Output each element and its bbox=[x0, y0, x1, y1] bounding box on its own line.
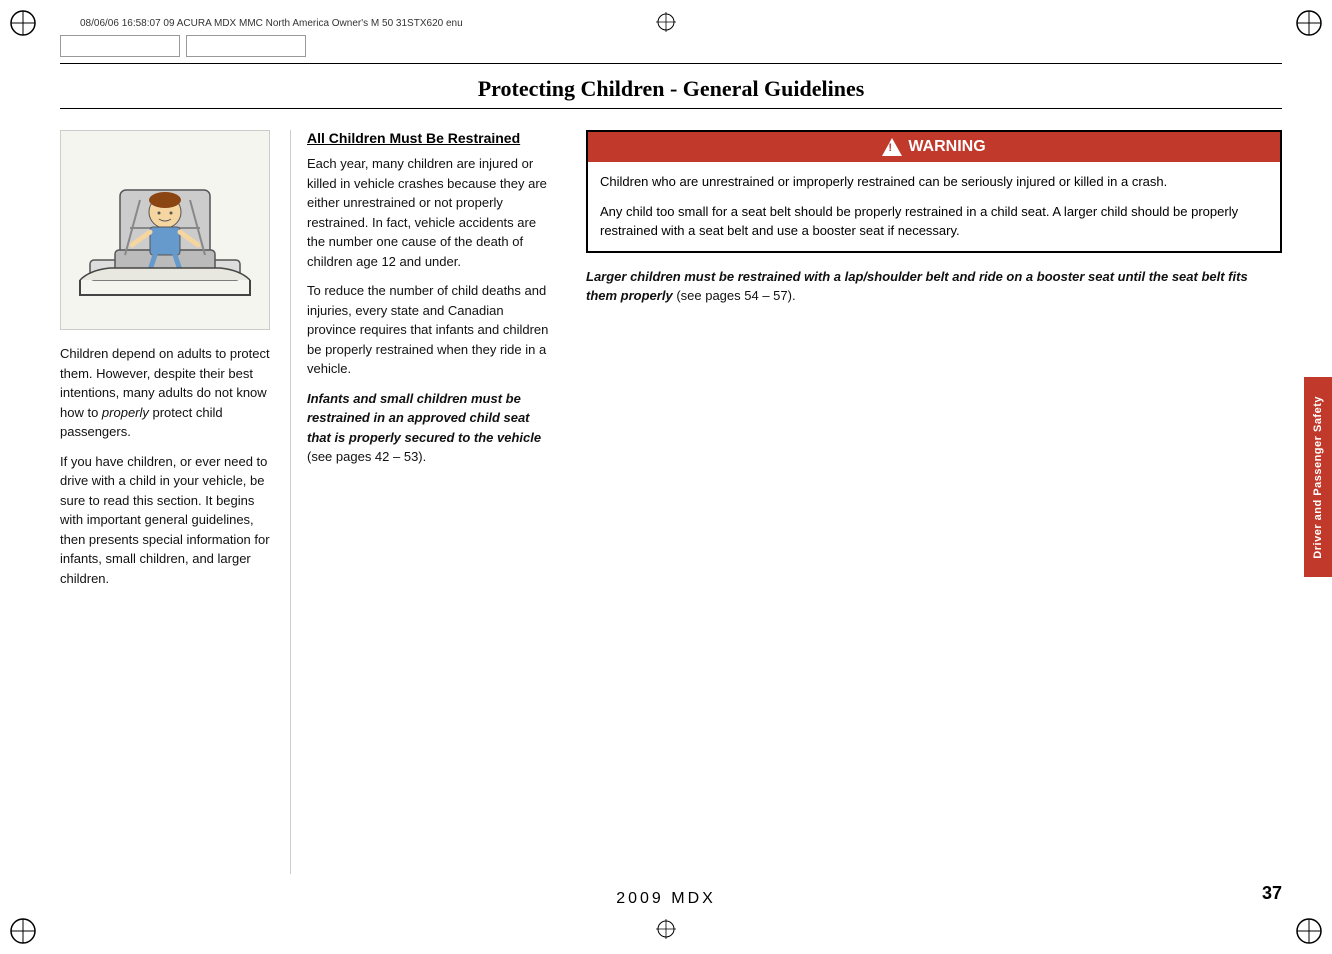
corner-mark-br bbox=[1294, 916, 1324, 946]
warning-header: WARNING bbox=[588, 132, 1280, 162]
middle-para-1: Each year, many children are injured or … bbox=[307, 154, 554, 271]
warning-title: WARNING bbox=[908, 138, 985, 156]
corner-mark-bl bbox=[8, 916, 38, 946]
left-column: Children depend on adults to protect the… bbox=[60, 130, 290, 874]
left-para-1: Children depend on adults to protect the… bbox=[60, 344, 274, 442]
middle-page-ref: (see pages 42 – 53). bbox=[307, 449, 426, 464]
larger-children-text: Larger children must be restrained with … bbox=[586, 267, 1282, 306]
crosshair-top bbox=[654, 10, 678, 37]
warning-para-1: Children who are unrestrained or imprope… bbox=[600, 172, 1268, 192]
main-content: Children depend on adults to protect the… bbox=[60, 130, 1282, 874]
page-number: 37 bbox=[1262, 883, 1282, 904]
print-info: 08/06/06 16:58:07 09 ACURA MDX MMC North… bbox=[80, 18, 463, 29]
illustration-box bbox=[60, 130, 270, 330]
header-divider-top bbox=[60, 63, 1282, 64]
footer-model-name: 2009 MDX bbox=[616, 890, 716, 908]
nav-tabs bbox=[60, 35, 1282, 57]
side-tab-label: Driver and Passenger Safety bbox=[1312, 396, 1324, 559]
middle-heading: All Children Must Be Restrained bbox=[307, 130, 554, 146]
nav-tab-1[interactable] bbox=[60, 35, 180, 57]
warning-box: WARNING Children who are unrestrained or… bbox=[586, 130, 1282, 253]
page-title: Protecting Children - General Guidelines bbox=[60, 68, 1282, 109]
middle-para-3: Infants and small children must be restr… bbox=[307, 389, 554, 467]
page-header: Protecting Children - General Guidelines bbox=[60, 35, 1282, 109]
middle-column: All Children Must Be Restrained Each yea… bbox=[290, 130, 570, 874]
nav-tab-2[interactable] bbox=[186, 35, 306, 57]
larger-children-ref: (see pages 54 – 57). bbox=[676, 288, 795, 303]
corner-mark-tr bbox=[1294, 8, 1324, 38]
crosshair-bottom bbox=[654, 917, 678, 944]
corner-mark-tl bbox=[8, 8, 38, 38]
warning-body: Children who are unrestrained or imprope… bbox=[588, 162, 1280, 251]
left-para-2: If you have children, or ever need to dr… bbox=[60, 452, 274, 589]
middle-para-2: To reduce the number of child deaths and… bbox=[307, 281, 554, 379]
warning-triangle-icon bbox=[882, 138, 902, 156]
warning-para-2: Any child too small for a seat belt shou… bbox=[600, 202, 1268, 241]
middle-text: Each year, many children are injured or … bbox=[307, 154, 554, 467]
middle-bold-italic: Infants and small children must be restr… bbox=[307, 391, 541, 445]
right-column: WARNING Children who are unrestrained or… bbox=[570, 130, 1282, 874]
child-seat-illustration bbox=[70, 140, 260, 320]
side-chapter-tab: Driver and Passenger Safety bbox=[1304, 377, 1332, 577]
left-caption: Children depend on adults to protect the… bbox=[60, 344, 274, 588]
